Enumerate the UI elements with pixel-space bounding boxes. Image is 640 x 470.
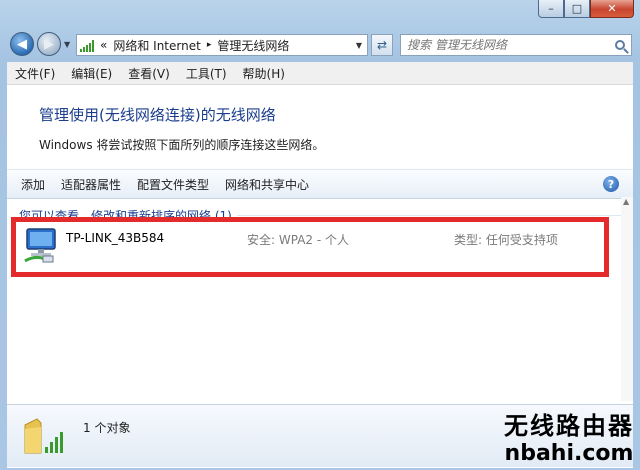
close-button[interactable]: ✕ (590, 0, 634, 18)
breadcrumb-overflow[interactable]: « (100, 38, 107, 52)
menu-edit[interactable]: 编辑(E) (63, 65, 120, 82)
vertical-scrollbar[interactable]: ▲ (621, 197, 633, 401)
window-controls: – □ ✕ (538, 0, 634, 18)
breadcrumb-separator[interactable]: ▸ (207, 40, 212, 50)
page-title: 管理使用(无线网络连接)的无线网络 (39, 106, 276, 124)
menu-tools[interactable]: 工具(T) (178, 65, 235, 82)
search-icon[interactable] (615, 40, 625, 50)
refresh-button[interactable]: ⇄ (371, 34, 393, 56)
network-sharing-center-button[interactable]: 网络和共享中心 (217, 176, 317, 193)
back-button[interactable]: ◀ (10, 32, 34, 56)
profile-types-button[interactable]: 配置文件类型 (129, 176, 217, 193)
minimize-button[interactable]: – (538, 0, 564, 18)
command-bar: 添加 适配器属性 配置文件类型 网络和共享中心 ? (7, 169, 633, 199)
address-dropdown-icon[interactable]: ▼ (356, 41, 362, 50)
explorer-window: – □ ✕ ◀ ▶ ▼ « 网络和 Internet ▸ 管理无线网络 ▼ ⇄ (0, 0, 640, 470)
menu-view[interactable]: 查看(V) (120, 65, 178, 82)
address-bar[interactable]: « 网络和 Internet ▸ 管理无线网络 ▼ (76, 34, 368, 56)
search-input[interactable] (401, 37, 609, 53)
breadcrumb-item-manage-wireless[interactable]: 管理无线网络 (217, 37, 289, 54)
scroll-up-icon[interactable]: ▲ (623, 197, 629, 206)
menu-bar: 文件(F) 编辑(E) 查看(V) 工具(T) 帮助(H) (7, 62, 633, 85)
refresh-icon: ⇄ (376, 38, 388, 52)
page-description: Windows 将尝试按照下面所列的顺序连接这些网络。 (39, 138, 325, 152)
adapter-properties-button[interactable]: 适配器属性 (53, 176, 129, 193)
watermark-title: 无线路由器 (504, 411, 634, 440)
recent-pages-dropdown[interactable]: ▼ (64, 40, 70, 49)
back-arrow-icon: ◀ (17, 36, 27, 52)
status-count: 1 个对象 (83, 421, 131, 435)
search-box[interactable] (400, 34, 632, 56)
group-divider (237, 215, 623, 216)
navigation-bar: ◀ ▶ ▼ « 网络和 Internet ▸ 管理无线网络 ▼ ⇄ (0, 28, 640, 62)
forward-button[interactable]: ▶ (37, 32, 61, 56)
add-button[interactable]: 添加 (7, 176, 53, 193)
watermark: 无线路由器 nbahi.com (504, 406, 634, 466)
wireless-folder-icon (24, 418, 63, 454)
menu-file[interactable]: 文件(F) (7, 65, 63, 82)
maximize-button[interactable]: □ (564, 0, 590, 18)
help-icon[interactable]: ? (603, 176, 619, 192)
menu-help[interactable]: 帮助(H) (235, 65, 293, 82)
watermark-url: nbahi.com (504, 441, 634, 466)
signal-icon (80, 38, 96, 52)
selection-highlight-box (11, 217, 609, 277)
breadcrumb-item-network-internet[interactable]: 网络和 Internet (113, 37, 200, 54)
forward-arrow-icon: ▶ (44, 36, 54, 52)
